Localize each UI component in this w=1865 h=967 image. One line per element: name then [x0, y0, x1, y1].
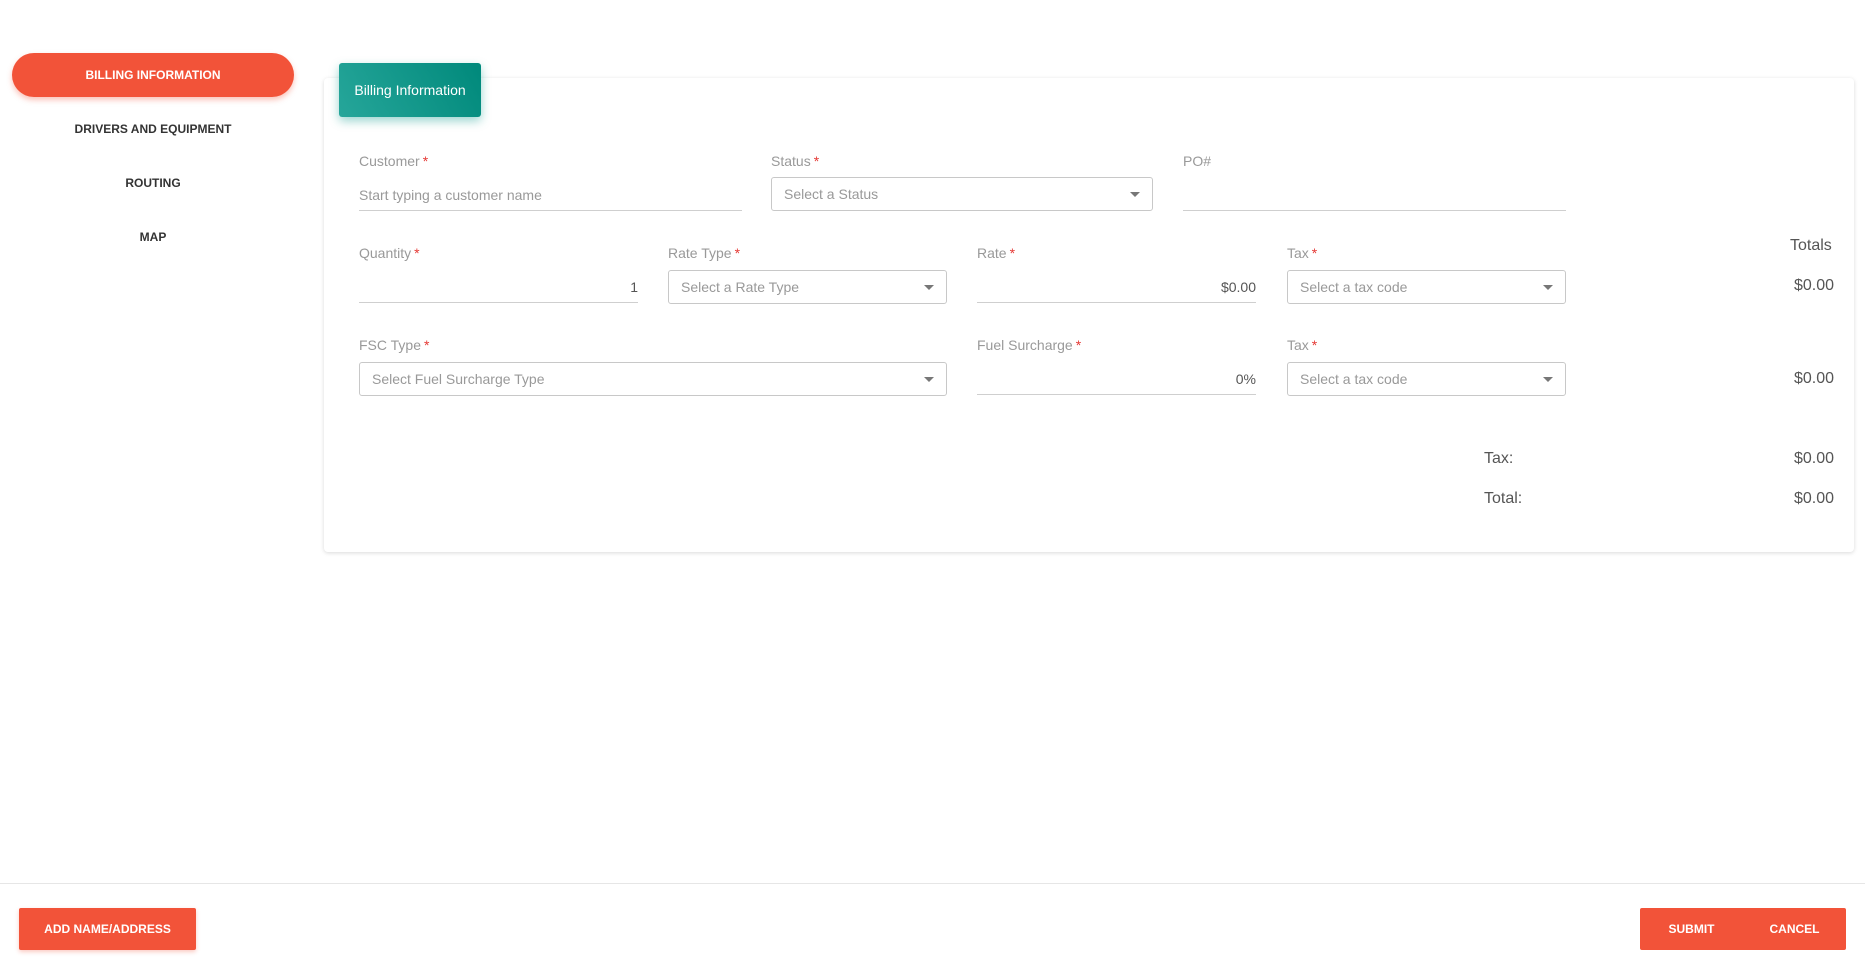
tax-select-2-value: Select a tax code	[1300, 371, 1407, 387]
po-input[interactable]	[1183, 179, 1566, 211]
sidebar-item-map[interactable]: MAP	[12, 215, 294, 259]
required-mark: *	[1076, 337, 1081, 353]
tax-select-2[interactable]: Select a tax code	[1287, 362, 1566, 396]
billing-card	[324, 78, 1854, 552]
tax-total-value: $0.00	[1754, 450, 1834, 468]
sidebar-item-billing-information[interactable]: BILLING INFORMATION	[12, 53, 294, 97]
rate-type-select[interactable]: Select a Rate Type	[668, 270, 947, 304]
tax-label-2: Tax*	[1287, 337, 1317, 353]
status-label: Status*	[771, 153, 819, 169]
required-mark: *	[414, 245, 419, 261]
rate-label: Rate*	[977, 245, 1015, 261]
quantity-input[interactable]	[359, 271, 638, 303]
rate-type-label: Rate Type*	[668, 245, 740, 261]
card-tab-billing-information: Billing Information	[339, 63, 481, 117]
required-mark: *	[1010, 245, 1015, 261]
required-mark: *	[423, 153, 428, 169]
status-select-value: Select a Status	[784, 186, 878, 202]
required-mark: *	[814, 153, 819, 169]
required-mark: *	[1312, 245, 1317, 261]
add-name-address-button[interactable]: ADD NAME/ADDRESS	[19, 908, 196, 950]
grand-total-value: $0.00	[1754, 490, 1834, 508]
fuel-surcharge-input[interactable]	[977, 363, 1256, 395]
customer-label: Customer*	[359, 153, 428, 169]
rate-input[interactable]	[977, 271, 1256, 303]
submit-button[interactable]: SUBMIT	[1640, 908, 1743, 950]
tax-label-1: Tax*	[1287, 245, 1317, 261]
fsc-type-select-value: Select Fuel Surcharge Type	[372, 371, 545, 387]
grand-total-label: Total:	[1484, 490, 1522, 508]
chevron-down-icon	[1130, 192, 1140, 197]
sidebar-item-drivers-and-equipment[interactable]: DRIVERS AND EQUIPMENT	[12, 107, 294, 151]
required-mark: *	[424, 337, 429, 353]
fsc-type-select[interactable]: Select Fuel Surcharge Type	[359, 362, 947, 396]
customer-input[interactable]	[359, 179, 742, 211]
required-mark: *	[1312, 337, 1317, 353]
po-label: PO#	[1183, 153, 1211, 169]
fuel-surcharge-label: Fuel Surcharge*	[977, 337, 1081, 353]
tax-total-label: Tax:	[1484, 450, 1513, 468]
totals-line-1-amount: $0.00	[1754, 277, 1834, 295]
fsc-type-label: FSC Type*	[359, 337, 429, 353]
sidebar-nav: BILLING INFORMATION DRIVERS AND EQUIPMEN…	[12, 53, 294, 269]
chevron-down-icon	[1543, 285, 1553, 290]
action-button-group: SUBMIT CANCEL	[1640, 908, 1846, 950]
sidebar-item-routing[interactable]: ROUTING	[12, 161, 294, 205]
required-mark: *	[735, 245, 740, 261]
cancel-button[interactable]: CANCEL	[1743, 908, 1846, 950]
totals-heading: Totals	[1790, 237, 1832, 255]
chevron-down-icon	[1543, 377, 1553, 382]
totals-line-2-amount: $0.00	[1754, 370, 1834, 388]
status-select[interactable]: Select a Status	[771, 177, 1153, 211]
tax-select-1[interactable]: Select a tax code	[1287, 270, 1566, 304]
tax-select-1-value: Select a tax code	[1300, 279, 1407, 295]
rate-type-select-value: Select a Rate Type	[681, 279, 799, 295]
chevron-down-icon	[924, 285, 934, 290]
quantity-label: Quantity*	[359, 245, 420, 261]
footer-bar: ADD NAME/ADDRESS SUBMIT CANCEL	[0, 883, 1865, 967]
chevron-down-icon	[924, 377, 934, 382]
